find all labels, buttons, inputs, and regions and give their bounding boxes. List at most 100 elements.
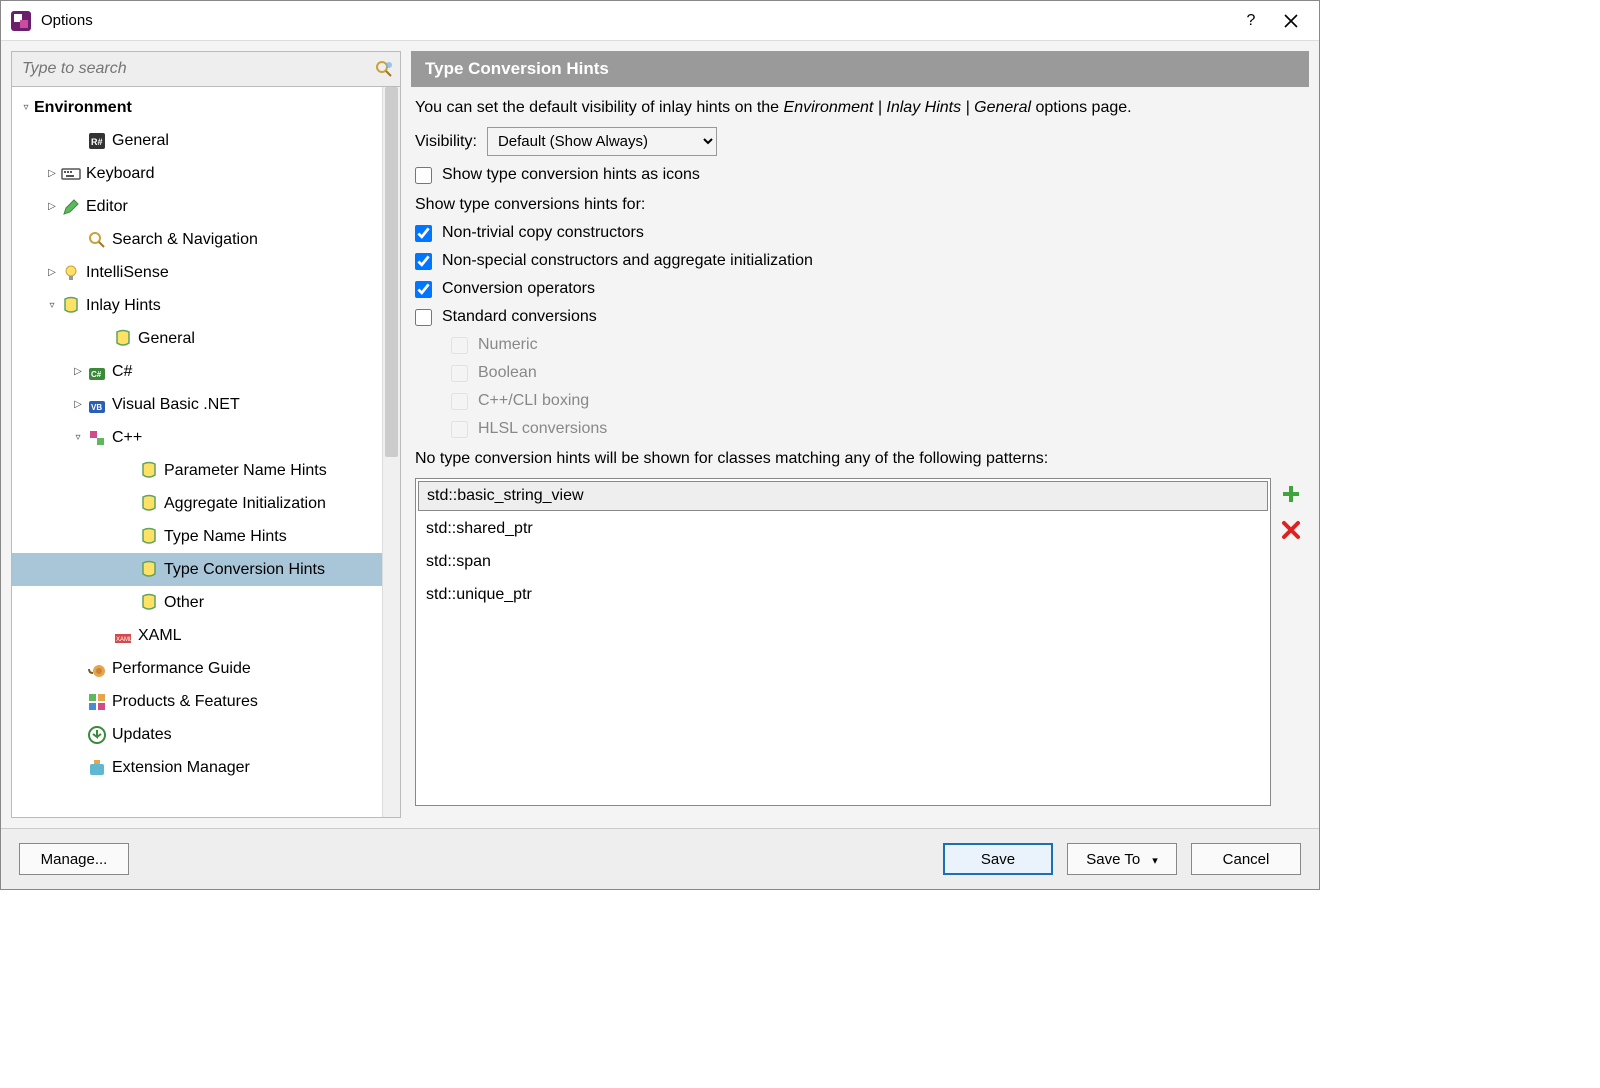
node-label: Products & Features	[112, 693, 258, 711]
tree-node[interactable]: ▿C++	[12, 421, 382, 454]
check-option[interactable]: Conversion operators	[415, 280, 1303, 298]
tree-node[interactable]: General	[12, 322, 382, 355]
tree-root-environment[interactable]: ▿Environment	[12, 91, 382, 124]
keyboard-icon	[60, 164, 82, 184]
sub-check-option: Boolean	[451, 364, 1303, 382]
magnifier-icon	[86, 230, 108, 250]
expander-icon: ▷	[70, 399, 86, 410]
bulb-icon	[60, 263, 82, 283]
node-label: General	[138, 330, 195, 348]
tree-node[interactable]: ▷ IntelliSense	[12, 256, 382, 289]
node-label: IntelliSense	[86, 264, 169, 282]
grid-icon	[86, 692, 108, 712]
show-as-icons-input[interactable]	[415, 167, 432, 184]
rsharp-icon: R#	[86, 131, 108, 151]
node-label: Visual Basic .NET	[112, 396, 240, 414]
sub-check-input	[451, 421, 468, 438]
patterns-label: No type conversion hints will be shown f…	[415, 450, 1303, 468]
search-icon[interactable]	[368, 59, 400, 79]
sub-check-label: Boolean	[478, 364, 537, 382]
tree-node[interactable]: Search & Navigation	[12, 223, 382, 256]
tree-node[interactable]: Updates	[12, 718, 382, 751]
save-to-button[interactable]: Save To	[1067, 843, 1177, 875]
expander-icon: ▷	[44, 267, 60, 278]
node-label: Editor	[86, 198, 128, 216]
node-label: Updates	[112, 726, 172, 744]
tree-node[interactable]: Parameter Name Hints	[12, 454, 382, 487]
hint-icon	[138, 494, 160, 514]
update-icon	[86, 725, 108, 745]
tree-node[interactable]: XAMLXAML	[12, 619, 382, 652]
visibility-select[interactable]: Default (Show Always)	[487, 127, 717, 156]
tree-node[interactable]: Other	[12, 586, 382, 619]
show-as-icons-check[interactable]: Show type conversion hints as icons	[415, 166, 1303, 184]
check-input[interactable]	[415, 281, 432, 298]
manage-button[interactable]: Manage...	[19, 843, 129, 875]
tree-node[interactable]: Aggregate Initialization	[12, 487, 382, 520]
svg-text:VB: VB	[91, 403, 102, 412]
tree-scrollbar[interactable]	[382, 87, 400, 817]
check-label: Conversion operators	[442, 280, 595, 298]
sub-check-label: C++/CLI boxing	[478, 392, 589, 410]
hint-icon	[138, 593, 160, 613]
pencil-icon	[60, 197, 82, 217]
check-option[interactable]: Non-trivial copy constructors	[415, 224, 1303, 242]
checks-group: Non-trivial copy constructors Non-special…	[415, 224, 1303, 326]
pattern-item[interactable]: std::span	[416, 546, 1270, 579]
show-for-label: Show type conversions hints for:	[415, 196, 1303, 214]
add-pattern-button[interactable]	[1279, 482, 1303, 506]
check-option[interactable]: Standard conversions	[415, 308, 1303, 326]
tree-node[interactable]: ▷ Keyboard	[12, 157, 382, 190]
tree-node[interactable]: Performance Guide	[12, 652, 382, 685]
remove-pattern-button[interactable]	[1279, 518, 1303, 542]
tree-node[interactable]: ▷ VB Visual Basic .NET	[12, 388, 382, 421]
tree-node[interactable]: Type Conversion Hints	[12, 553, 382, 586]
search-input[interactable]	[12, 52, 368, 86]
pattern-item[interactable]: std::shared_ptr	[416, 513, 1270, 546]
close-button[interactable]	[1271, 6, 1311, 36]
content-panel: Type Conversion Hints You can set the de…	[411, 51, 1309, 818]
tree-node[interactable]: R# General	[12, 124, 382, 157]
pattern-item[interactable]: std::unique_ptr	[416, 579, 1270, 612]
intro-breadcrumb: Environment | Inlay Hints | General	[784, 99, 1032, 116]
dialog-footer: Manage... Save Save To Cancel	[1, 828, 1319, 889]
node-label: Inlay Hints	[86, 297, 161, 315]
node-label: Keyboard	[86, 165, 155, 183]
tree-node[interactable]: ▿ Inlay Hints	[12, 289, 382, 322]
help-button[interactable]: ?	[1231, 6, 1271, 36]
hint-icon	[60, 296, 82, 316]
hint-icon	[138, 461, 160, 481]
tree-node[interactable]: Extension Manager	[12, 751, 382, 784]
tree-node[interactable]: ▷C#C#	[12, 355, 382, 388]
check-input[interactable]	[415, 309, 432, 326]
check-input[interactable]	[415, 225, 432, 242]
check-option[interactable]: Non-special constructors and aggregate i…	[415, 252, 1303, 270]
tree-node[interactable]: ▷Editor	[12, 190, 382, 223]
save-button[interactable]: Save	[943, 843, 1053, 875]
content-body: You can set the default visibility of in…	[411, 87, 1309, 818]
expander-icon: ▷	[44, 168, 60, 179]
node-label: Type Conversion Hints	[164, 561, 325, 579]
intro-b: options page.	[1031, 99, 1132, 116]
scroll-thumb[interactable]	[385, 87, 398, 457]
window-title: Options	[41, 12, 1231, 29]
node-label: General	[112, 132, 169, 150]
node-label: Performance Guide	[112, 660, 251, 678]
expander-icon: ▿	[44, 300, 60, 311]
node-label: Extension Manager	[112, 759, 250, 777]
vb-icon: VB	[86, 395, 108, 415]
tree-node[interactable]: Products & Features	[12, 685, 382, 718]
pattern-item[interactable]: std::basic_string_view	[418, 481, 1268, 511]
node-label: XAML	[138, 627, 182, 645]
check-input[interactable]	[415, 253, 432, 270]
check-label: Non-special constructors and aggregate i…	[442, 252, 813, 270]
cancel-button[interactable]: Cancel	[1191, 843, 1301, 875]
svg-text:C#: C#	[91, 370, 102, 379]
svg-text:R#: R#	[91, 137, 103, 147]
tree-node[interactable]: Type Name Hints	[12, 520, 382, 553]
options-dialog: Options ? ▿Environment R# General ▷ Keyboard…	[0, 0, 1320, 890]
sub-check-option: C++/CLI boxing	[451, 392, 1303, 410]
visibility-label: Visibility:	[415, 133, 477, 151]
patterns-list[interactable]: std::basic_string_viewstd::shared_ptrstd…	[415, 478, 1271, 806]
options-tree[interactable]: ▿EnvironmentR#General▷Keyboard▷EditorSea…	[12, 87, 382, 817]
